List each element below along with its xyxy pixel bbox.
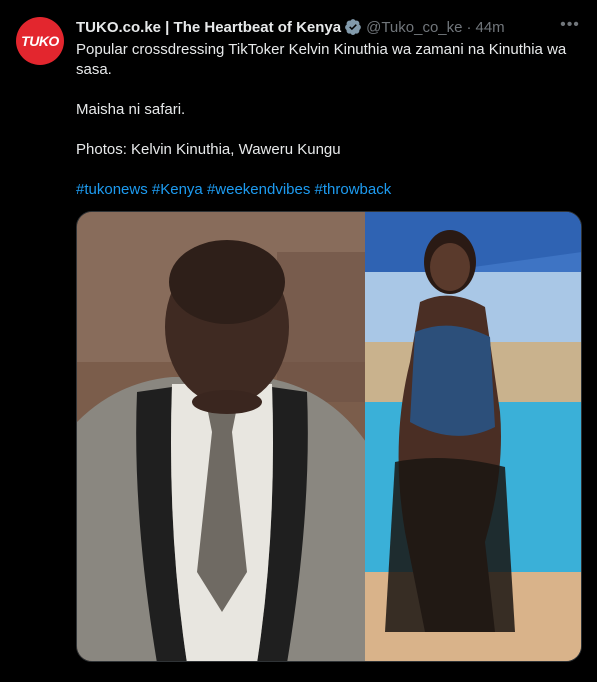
poolside-portrait-illustration [364,212,581,661]
tweet-text-line-2: Maisha ni safari. [76,101,186,118]
photo-then[interactable] [77,212,365,661]
avatar[interactable]: TUKO [16,17,64,65]
tweet-header: TUKO.co.ke | The Heartbeat of Kenya @Tuk… [76,16,581,38]
tweet-action-bar [76,670,582,682]
tweet-text-line-1: Popular crossdressing TikToker Kelvin Ki… [76,41,567,78]
more-options-icon[interactable]: ••• [559,14,581,36]
child-portrait-illustration [77,212,365,661]
tweet-media[interactable] [76,211,582,662]
avatar-logo-text: TUKO [21,33,59,49]
hashtags: #tukonews #Kenya #weekendvibes #throwbac… [76,180,576,200]
handle[interactable]: @Tuko_co_ke [366,19,462,36]
photo-now[interactable] [364,212,581,661]
more-options-glyph: ••• [560,16,580,33]
tweet[interactable]: TUKO TUKO.co.ke | The Heartbeat of Kenya… [0,0,597,679]
hashtag-link[interactable]: #weekendvibes [207,181,310,198]
separator-dot: · [466,18,472,36]
hashtag-link[interactable]: #Kenya [152,181,203,198]
verified-badge-icon [345,19,361,36]
tweet-text-line-3: Photos: Kelvin Kinuthia, Waweru Kungu [76,141,341,158]
display-name[interactable]: TUKO.co.ke | The Heartbeat of Kenya [76,19,341,36]
tweet-text: Popular crossdressing TikToker Kelvin Ki… [76,40,576,200]
hashtag-link[interactable]: #throwback [315,181,392,198]
timestamp[interactable]: 44m [475,19,504,36]
hashtag-link[interactable]: #tukonews [76,181,148,198]
